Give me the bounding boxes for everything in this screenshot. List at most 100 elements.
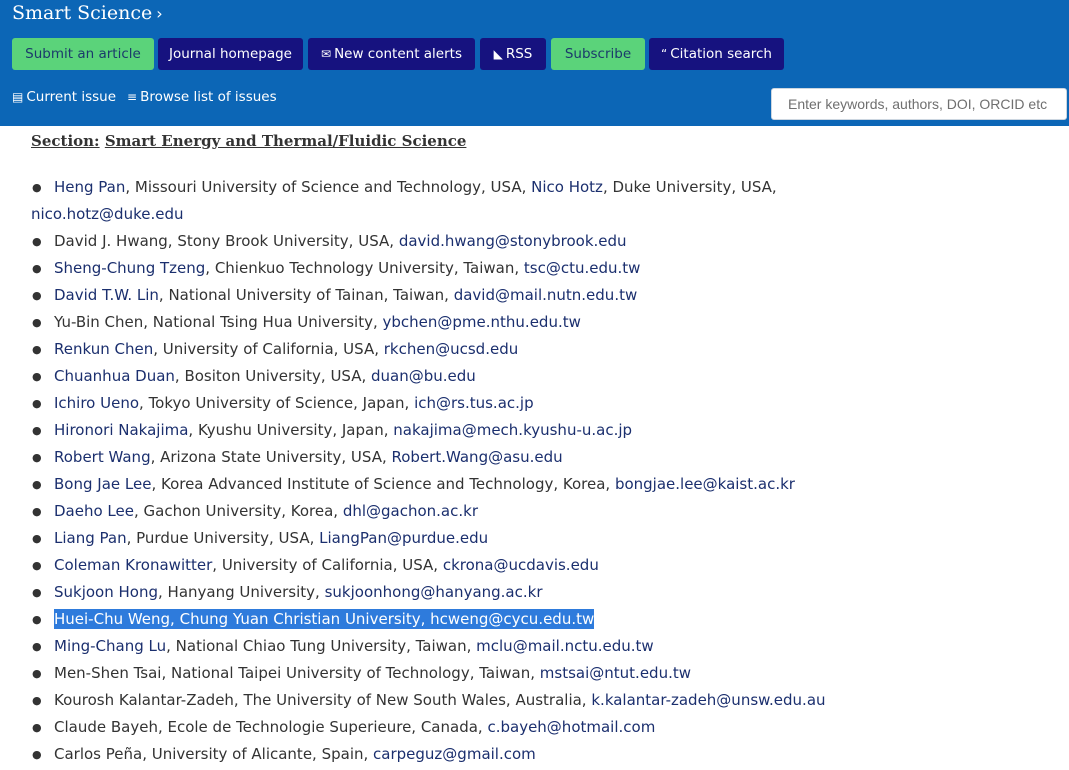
member-name[interactable]: Ming-Chang Lu (54, 637, 166, 655)
journal-header: Smart Science › Submit an article Journal… (0, 0, 1069, 126)
member-affiliation: , National Chiao Tung University, Taiwan… (166, 637, 477, 655)
list-item: ● Bong Jae Lee, Korea Advanced Institute… (0, 471, 1069, 498)
member-email[interactable]: nico.hotz@duke.edu (31, 201, 1029, 228)
member-affiliation: , Hanyang University, (158, 583, 320, 601)
citation-search-button[interactable]: “Citation search (649, 38, 784, 70)
submit-article-button[interactable]: Submit an article (12, 38, 154, 70)
journal-homepage-button[interactable]: Journal homepage (158, 38, 303, 70)
member-email[interactable]: hcweng@cycu.edu.tw (430, 610, 594, 628)
book-icon: ▤ (12, 90, 24, 104)
list-item: ● Ming-Chang Lu, National Chiao Tung Uni… (0, 633, 1069, 660)
member-email[interactable]: mstsai@ntut.edu.tw (540, 664, 691, 682)
member-email[interactable]: c.bayeh@hotmail.com (487, 718, 655, 736)
list-item: ● David J. Hwang, Stony Brook University… (0, 228, 1069, 255)
bullet: ● (32, 343, 42, 356)
member-email[interactable]: sukjoonhong@hanyang.ac.kr (325, 583, 543, 601)
member-name[interactable]: Renkun Chen (54, 340, 153, 358)
bullet: ● (32, 181, 42, 194)
member-name: David J. Hwang, Stony Brook University, … (54, 232, 395, 250)
list-item: ● Sukjoon Hong, Hanyang University, sukj… (0, 579, 1069, 606)
member-email[interactable]: ich@rs.tus.ac.jp (414, 394, 534, 412)
member-email[interactable]: carpeguz@gmail.com (373, 745, 536, 763)
member-email[interactable]: nakajima@mech.kyushu-u.ac.jp (393, 421, 632, 439)
rss-button[interactable]: ◣ RSS (480, 38, 546, 70)
member-email[interactable]: k.kalantar-zadeh@unsw.edu.au (591, 691, 825, 709)
current-issue-label: Current issue (26, 89, 117, 105)
chevron-right-icon: › (156, 4, 163, 23)
section-label: Section: (31, 132, 100, 150)
member-email[interactable]: Robert.Wang@asu.edu (392, 448, 563, 466)
member-affiliation: , Gachon University, Korea, (133, 502, 343, 520)
list-item: ● Heng Pan, Missouri University of Scien… (0, 174, 1069, 228)
bullet: ● (32, 694, 42, 707)
bullet: ● (32, 721, 42, 734)
browse-issues-link[interactable]: ≡ Browse list of issues (127, 89, 277, 105)
list-item: ● Sheng-Chung Tzeng, Chienkuo Technology… (0, 255, 1069, 282)
list-item: ● Robert Wang, Arizona State University,… (0, 444, 1069, 471)
envelope-icon: ✉ (321, 47, 332, 61)
member-affiliation: , Arizona State University, USA, (150, 448, 392, 466)
member-name[interactable]: Bong Jae Lee (54, 475, 151, 493)
member-name[interactable]: Chuanhua Duan (54, 367, 175, 385)
member-affiliation: , Duke University, USA, (602, 178, 777, 196)
member-name[interactable]: Liang Pan (54, 529, 127, 547)
list-item: ● Men-Shen Tsai, National Taipei Univers… (0, 660, 1069, 687)
member-name[interactable]: David T.W. Lin (54, 286, 159, 304)
journal-title-link[interactable]: Smart Science › (12, 1, 163, 26)
bullet: ● (32, 667, 42, 680)
member-affiliation: , Korea Advanced Institute of Science an… (151, 475, 615, 493)
bullet: ● (32, 532, 42, 545)
member-affiliation: , Bositon University, USA, (174, 367, 372, 385)
member-name[interactable]: Robert Wang (54, 448, 151, 466)
bullet: ● (32, 451, 42, 464)
member-affiliation: , National University of Tainan, Taiwan, (158, 286, 454, 304)
member-name[interactable]: Ichiro Ueno (54, 394, 139, 412)
list-item: ● Chuanhua Duan, Bositon University, USA… (0, 363, 1069, 390)
member-email[interactable]: duan@bu.edu (371, 367, 476, 385)
bullet: ● (32, 640, 42, 653)
rss-icon: ◣ (493, 47, 503, 61)
member-email[interactable]: LiangPan@purdue.edu (319, 529, 488, 547)
member-name[interactable]: Sheng-Chung Tzeng (54, 259, 205, 277)
member-name[interactable]: Heng Pan (54, 178, 125, 196)
browse-issues-label: Browse list of issues (140, 89, 277, 105)
member-name[interactable]: Huei-Chu Weng, Chung Yuan Christian Univ… (54, 610, 425, 628)
member-affiliation: , Missouri University of Science and Tec… (125, 178, 532, 196)
bullet: ● (32, 478, 42, 491)
journal-title[interactable]: Smart Science (12, 2, 152, 24)
new-content-alerts-button[interactable]: ✉ New content alerts (308, 38, 475, 70)
text-selection[interactable]: Huei-Chu Weng, Chung Yuan Christian Univ… (54, 609, 595, 629)
current-issue-link[interactable]: ▤ Current issue (12, 89, 116, 105)
member-email[interactable]: ckrona@ucdavis.edu (443, 556, 599, 574)
subscribe-button[interactable]: Subscribe (551, 38, 645, 70)
member-email[interactable]: bongjae.lee@kaist.ac.kr (615, 475, 795, 493)
member-email[interactable]: dhl@gachon.ac.kr (343, 502, 478, 520)
member-affiliation: , Chienkuo Technology University, Taiwan… (205, 259, 524, 277)
member-affiliation: , University of California, USA, (153, 340, 384, 358)
member-name[interactable]: Hironori Nakajima (54, 421, 188, 439)
member-name[interactable]: Coleman Kronawitter (54, 556, 212, 574)
list-item-selected: ● Huei-Chu Weng, Chung Yuan Christian Un… (0, 606, 1069, 633)
member-name[interactable]: Nico Hotz (531, 178, 603, 196)
list-item: ● Hironori Nakajima, Kyushu University, … (0, 417, 1069, 444)
search-input[interactable] (771, 88, 1067, 120)
member-name: Yu-Bin Chen, National Tsing Hua Universi… (54, 313, 378, 331)
bullet: ● (32, 316, 42, 329)
member-email[interactable]: rkchen@ucsd.edu (384, 340, 518, 358)
list-item: ● Daeho Lee, Gachon University, Korea, d… (0, 498, 1069, 525)
member-name[interactable]: Daeho Lee (54, 502, 134, 520)
member-email[interactable]: david@mail.nutn.edu.tw (454, 286, 638, 304)
bullet: ● (32, 262, 42, 275)
bullet: ● (32, 613, 42, 626)
member-email[interactable]: mclu@mail.nctu.edu.tw (476, 637, 654, 655)
member-name: Carlos Peña, University of Alicante, Spa… (54, 745, 369, 763)
member-name[interactable]: Sukjoon Hong (54, 583, 158, 601)
rss-label: RSS (505, 46, 533, 62)
member-name: Men-Shen Tsai, National Taipei Universit… (54, 664, 536, 682)
editor-list: ● Heng Pan, Missouri University of Scien… (0, 174, 1069, 768)
member-email[interactable]: david.hwang@stonybrook.edu (399, 232, 627, 250)
member-email[interactable]: ybchen@pme.nthu.edu.tw (383, 313, 581, 331)
list-item: ● Ichiro Ueno, Tokyo University of Scien… (0, 390, 1069, 417)
list-item: ● Liang Pan, Purdue University, USA, Lia… (0, 525, 1069, 552)
member-email[interactable]: tsc@ctu.edu.tw (524, 259, 641, 277)
